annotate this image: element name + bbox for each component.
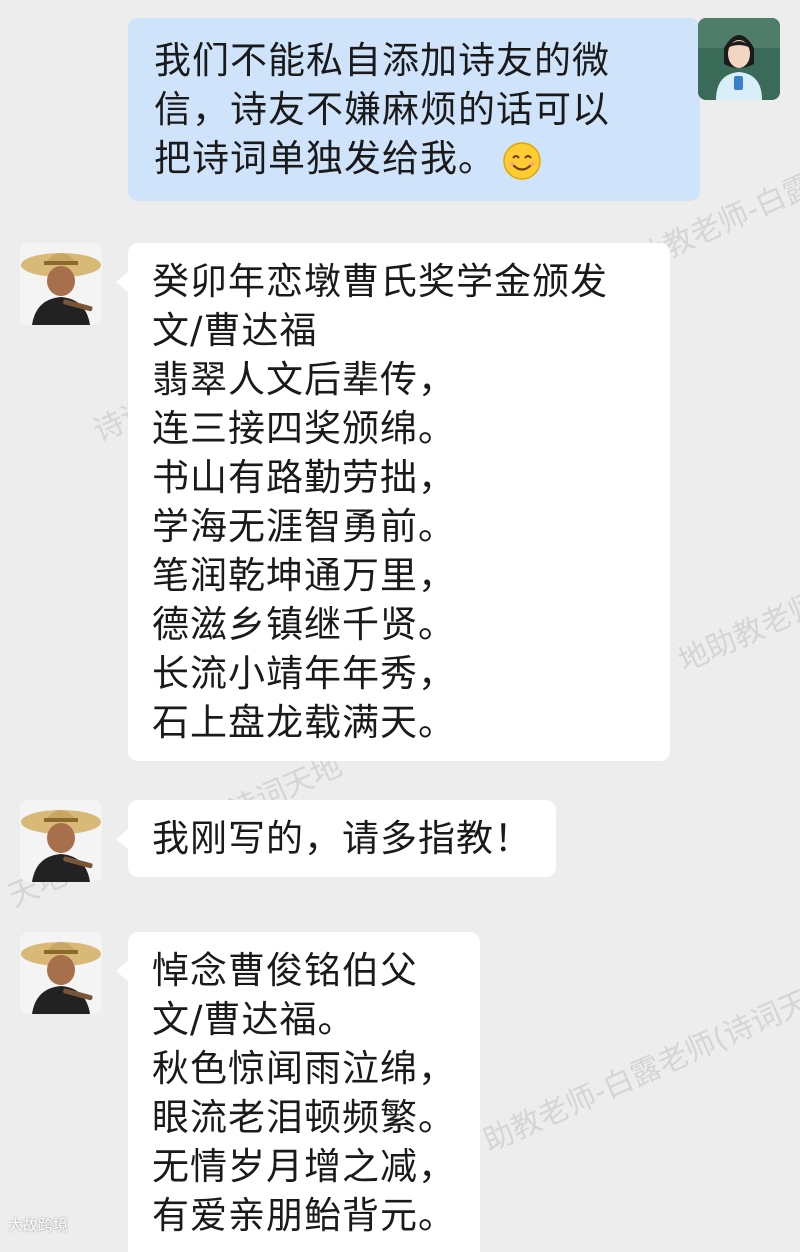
watermark-text: 助教老师-白露老师(诗词天 xyxy=(478,983,800,1160)
message-bubble-incoming[interactable]: 我刚写的，请多指教！ xyxy=(116,800,556,877)
message-line: 石上盘龙载满天。 xyxy=(152,701,456,744)
smiling-face-icon xyxy=(503,141,541,180)
message-line: 我刚写的，请多指教！ xyxy=(152,817,532,860)
message-line: 连三接四奖颁绵。 xyxy=(152,407,456,450)
message-bubble-incoming[interactable]: 癸卯年恋墩曹氏奖学金颁发 文/曹达福 翡翠人文后辈传， 连三接四奖颁绵。 书山有… xyxy=(116,243,670,761)
message-line: 信，诗友不嫌麻烦的话可以 xyxy=(154,88,610,131)
message-line: 悼念曹俊铭伯父 xyxy=(152,949,418,992)
message-line: 书山有路勤劳拙， xyxy=(152,456,456,499)
message-line: 文/曹达福 xyxy=(152,309,318,352)
message-line: 眼流老泪顿频繁。 xyxy=(152,1096,456,1139)
poet-avatar[interactable] xyxy=(20,800,102,882)
poet-avatar[interactable] xyxy=(20,932,102,1014)
message-line: 文/曹达福。 xyxy=(152,998,356,1041)
message-bubble-outgoing[interactable]: 我们不能私自添加诗友的微 信，诗友不嫌麻烦的话可以 把诗词单独发给我。 xyxy=(128,18,713,201)
message-line: 无情岁月增之减， xyxy=(152,1145,456,1188)
watermark-text: 地助教老师 xyxy=(673,586,800,680)
message-line: 癸卯年恋墩曹氏奖学金颁发 xyxy=(152,260,608,303)
message-line: 秋色惊闻雨泣绵， xyxy=(152,1047,456,1090)
poet-avatar[interactable] xyxy=(20,243,102,325)
corner-logo: 大故跨境 xyxy=(8,1216,69,1234)
message-line: 笔润乾坤通万里， xyxy=(152,554,456,597)
message-line: 学海无涯智勇前。 xyxy=(152,505,456,548)
message-line: 我们不能私自添加诗友的微 xyxy=(154,39,610,82)
message-line: 德滋乡镇继千贤。 xyxy=(152,603,456,646)
message-line: 有爱亲朋鲐背元。 xyxy=(152,1194,456,1237)
message-line: 把诗词单独发给我。 xyxy=(154,134,674,183)
message-line: 翡翠人文后辈传， xyxy=(152,358,456,401)
teacher-avatar[interactable] xyxy=(698,18,780,100)
message-bubble-incoming[interactable]: 悼念曹俊铭伯父 文/曹达福。 秋色惊闻雨泣绵， 眼流老泪顿频繁。 无情岁月增之减… xyxy=(116,932,480,1252)
message-line: 长流小靖年年秀， xyxy=(152,652,456,695)
